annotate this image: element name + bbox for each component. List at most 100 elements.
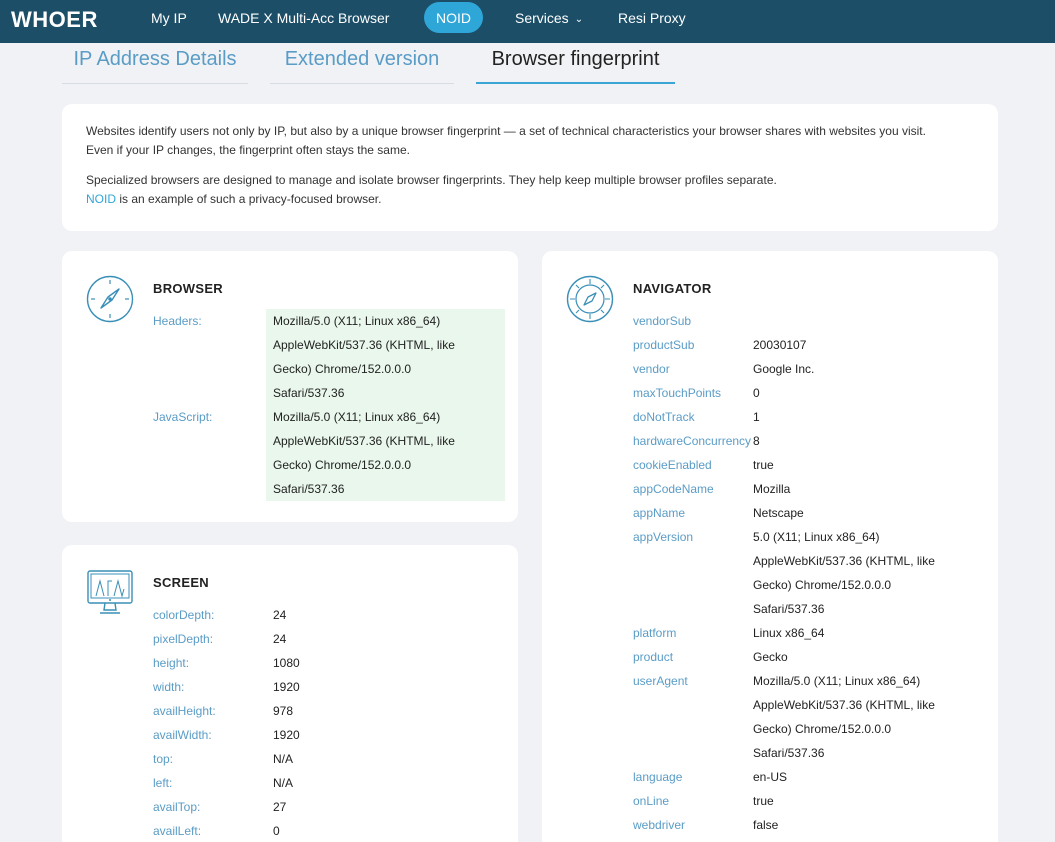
navigator-row: appVersion 5.0 (X11; Linux x86_64) — [633, 525, 985, 549]
navigator-value: 8 — [753, 434, 760, 448]
navigator-row: AppleWebKit/537.36 (KHTML, like — [633, 549, 985, 573]
screen-row: width: 1920 — [153, 675, 505, 699]
navigator-row: Gecko) Chrome/152.0.0.0 — [633, 717, 985, 741]
navigator-key: platform — [633, 626, 677, 640]
nav-services[interactable]: Services ⌄ — [515, 10, 583, 26]
navigator-value: 20030107 — [753, 338, 807, 352]
screen-value: 24 — [273, 632, 287, 646]
navigator-row: AppleWebKit/537.36 (KHTML, like — [633, 693, 985, 717]
nav-my-ip[interactable]: My IP — [151, 10, 187, 26]
navigator-key: appCodeName — [633, 482, 714, 496]
navigator-rows: vendorSub productSub 20030107 vendor Google … — [633, 309, 985, 837]
screen-key: availLeft: — [153, 824, 202, 838]
screen-row: left: N/A — [153, 771, 505, 795]
screen-row: availTop: 27 — [153, 795, 505, 819]
nav-wadex[interactable]: WADE X Multi-Acc Browser — [218, 10, 389, 26]
navigator-value: 5.0 (X11; Linux x86_64) — [753, 530, 880, 544]
tab-ip-address-details[interactable]: IP Address Details — [62, 48, 248, 84]
navigator-row: product Gecko — [633, 645, 985, 669]
screen-value: 1080 — [273, 656, 300, 670]
screen-row: height: 1080 — [153, 651, 505, 675]
nav-noid-label: NOID — [436, 9, 471, 26]
navigator-row: userAgent Mozilla/5.0 (X11; Linux x86_64) — [633, 669, 985, 693]
value-line: Safari/537.36 — [273, 386, 345, 400]
browser-js-row: JavaScript: Mozilla/5.0 (X11; Linux x86_… — [153, 405, 505, 501]
navigator-value: true — [753, 794, 774, 808]
compass-icon — [86, 275, 134, 323]
navigator-row: webdriver false — [633, 813, 985, 837]
screen-title: SCREEN — [153, 575, 209, 590]
navigator-value: 0 — [753, 386, 760, 400]
navigator-row: Safari/537.36 — [633, 741, 985, 765]
tab-browser-fingerprint[interactable]: Browser fingerprint — [476, 48, 675, 84]
screen-value: 24 — [273, 608, 287, 622]
screen-row: top: N/A — [153, 747, 505, 771]
navigator-row: productSub 20030107 — [633, 333, 985, 357]
navigator-key — [633, 549, 753, 573]
navigator-key: doNotTrack — [633, 410, 695, 424]
navigator-value: false — [753, 818, 779, 832]
navigator-key: cookieEnabled — [633, 458, 712, 472]
screen-value: 0 — [273, 824, 280, 838]
navigator-value: Gecko — [753, 650, 788, 664]
browser-js-value: Mozilla/5.0 (X11; Linux x86_64) AppleWeb… — [266, 405, 505, 501]
value-line: AppleWebKit/537.36 (KHTML, like — [273, 434, 455, 448]
nav-services-label: Services — [515, 10, 569, 26]
screen-key: pixelDepth: — [153, 632, 214, 646]
navigator-key — [633, 573, 753, 597]
whoer-logo[interactable]: WHOER — [11, 7, 98, 33]
navigator-value: Gecko) Chrome/152.0.0.0 — [753, 578, 892, 592]
value-line: AppleWebKit/537.36 (KHTML, like — [273, 338, 455, 352]
browser-rows: Headers: Mozilla/5.0 (X11; Linux x86_64)… — [153, 309, 505, 501]
intro-p2-line1: Specialized browsers are designed to man… — [86, 173, 777, 187]
navigator-value: 1 — [753, 410, 760, 424]
intro-paragraph-1: Websites identify users not only by IP, … — [86, 122, 974, 160]
intro-card: Websites identify users not only by IP, … — [62, 104, 998, 231]
screen-value: 27 — [273, 800, 287, 814]
screen-key: availTop: — [153, 800, 201, 814]
screen-row: colorDepth: 24 — [153, 603, 505, 627]
navigator-row: hardwareConcurrency 8 — [633, 429, 985, 453]
intro-paragraph-2: Specialized browsers are designed to man… — [86, 171, 974, 209]
screen-key: top: — [153, 752, 174, 766]
navigator-key: appVersion — [633, 530, 694, 544]
navigator-value: true — [753, 458, 774, 472]
navigator-row: platform Linux x86_64 — [633, 621, 985, 645]
value-line: Mozilla/5.0 (X11; Linux x86_64) — [273, 314, 441, 328]
screen-card: SCREEN colorDepth: 24 pixelDepth: 24 height:… — [62, 545, 518, 842]
navigator-value: Mozilla — [753, 482, 791, 496]
intro-p2-line2: is an example of such a privacy-focused … — [116, 192, 382, 206]
noid-link[interactable]: NOID — [86, 192, 116, 206]
navigator-value: Linux x86_64 — [753, 626, 825, 640]
navigator-value: Gecko) Chrome/152.0.0.0 — [753, 722, 892, 736]
nav-noid-button[interactable]: NOID — [424, 2, 483, 33]
screen-value: N/A — [273, 752, 294, 766]
value-line: Gecko) Chrome/152.0.0.0 — [273, 458, 412, 472]
navigator-value: AppleWebKit/537.36 (KHTML, like — [753, 554, 935, 568]
navigator-row: Gecko) Chrome/152.0.0.0 — [633, 573, 985, 597]
intro-p1-line1: Websites identify users not only by IP, … — [86, 124, 926, 138]
navigator-row: doNotTrack 1 — [633, 405, 985, 429]
chevron-down-icon: ⌄ — [574, 14, 584, 25]
browser-headers-value: Mozilla/5.0 (X11; Linux x86_64) AppleWeb… — [266, 309, 505, 405]
navigator-key: hardwareConcurrency — [633, 434, 752, 448]
navigator-key: product — [633, 650, 674, 664]
navigator-value: en-US — [753, 770, 788, 784]
top-navbar: WHOER My IP WADE X Multi-Acc Browser NOI… — [0, 0, 1055, 43]
screen-row: pixelDepth: 24 — [153, 627, 505, 651]
navigator-value: AppleWebKit/537.36 (KHTML, like — [753, 698, 935, 712]
navigator-key: onLine — [633, 794, 670, 808]
navigator-row: maxTouchPoints 0 — [633, 381, 985, 405]
screen-rows: colorDepth: 24 pixelDepth: 24 height: 1080 wid… — [153, 603, 505, 842]
navigator-row: cookieEnabled true — [633, 453, 985, 477]
navigator-value: Mozilla/5.0 (X11; Linux x86_64) — [753, 674, 921, 688]
tab-extended-version[interactable]: Extended version — [270, 48, 454, 84]
nav-resi-proxy[interactable]: Resi Proxy — [618, 10, 686, 26]
monitor-icon — [87, 570, 133, 614]
screen-key: height: — [153, 656, 190, 670]
navigator-key: appName — [633, 506, 686, 520]
navigator-key — [633, 741, 753, 765]
navigator-card: NAVIGATOR vendorSub productSub 20030107 ven… — [542, 251, 998, 842]
screen-row: availWidth: 1920 — [153, 723, 505, 747]
navigator-row: language en-US — [633, 765, 985, 789]
